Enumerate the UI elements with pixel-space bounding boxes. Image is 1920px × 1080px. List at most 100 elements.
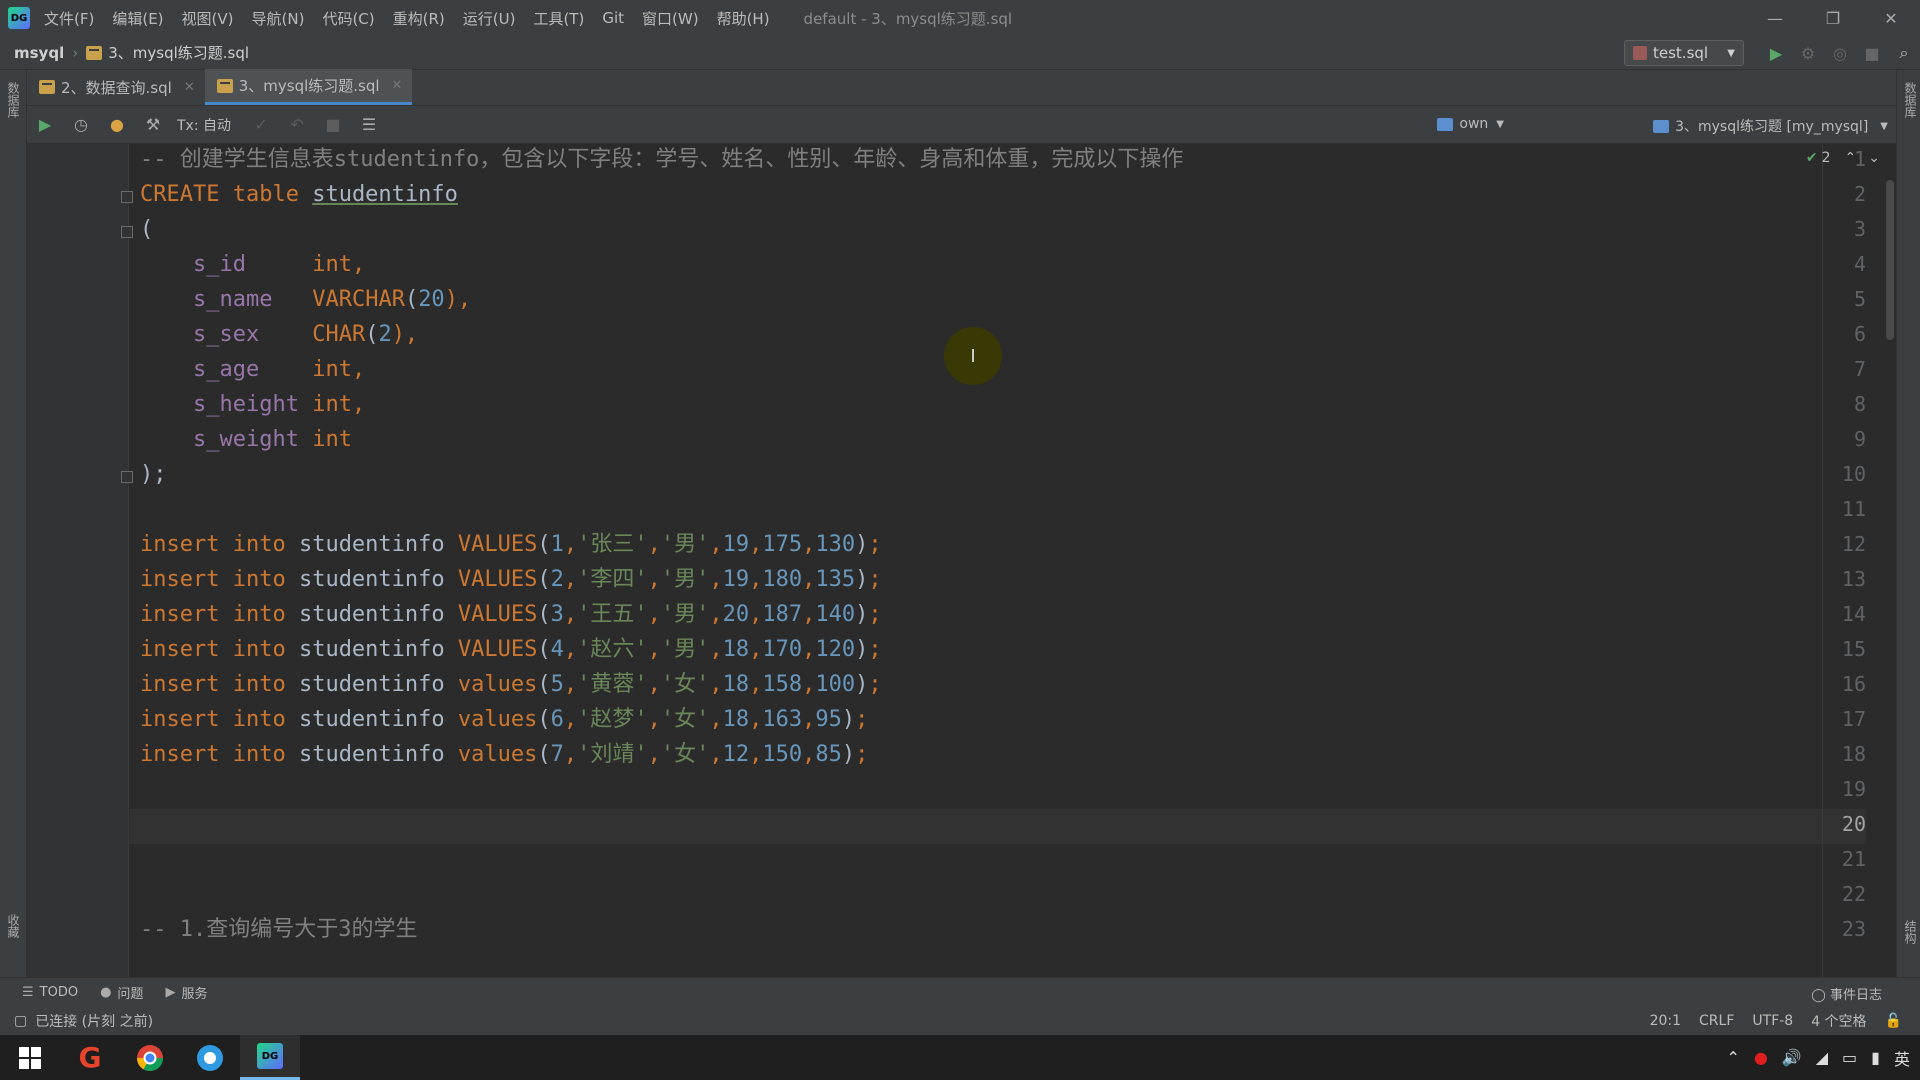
tab-label: 3、mysql练习题.sql <box>238 77 380 95</box>
history-icon[interactable]: ◷ <box>63 106 99 144</box>
breadcrumb-project[interactable]: msyql <box>14 44 64 62</box>
line-separator[interactable]: CRLF <box>1699 1013 1734 1029</box>
schema-label: own <box>1459 116 1489 132</box>
line-number-gutter <box>27 144 129 977</box>
check-icon: ✔ <box>1805 150 1818 166</box>
column-type: CHAR <box>312 322 366 347</box>
line-number: 6 <box>1853 322 1866 346</box>
network-icon[interactable]: ◢ <box>1816 1048 1828 1067</box>
fold-marker-icon[interactable] <box>121 191 133 203</box>
menu-run[interactable]: 运行(U) <box>463 8 516 29</box>
structure-tool-tab[interactable]: 结构 <box>1902 920 1919 944</box>
menu-window[interactable]: 窗口(W) <box>642 8 699 29</box>
column-name: s_height <box>192 392 299 417</box>
code-editor[interactable]: ✔ 2 ⌃ ⌄ 1 2 3 4 5 6 7 8 9 10 11 12 13 14… <box>27 144 1896 977</box>
menu-view[interactable]: 视图(V) <box>182 8 234 29</box>
rollback-icon[interactable]: ↶ <box>279 106 315 144</box>
volume-icon[interactable]: 🔊 <box>1782 1048 1802 1067</box>
console-selector[interactable]: 3、mysql练习题 [my_mysql] ▼ <box>1653 116 1888 136</box>
window-icon: ▢ <box>14 1013 28 1029</box>
results-layout-icon[interactable]: ☰ <box>351 106 387 144</box>
search-icon[interactable]: ⌕ <box>1888 36 1920 70</box>
datagrip-logo-icon: DG <box>8 7 30 29</box>
inspection-widget[interactable]: ✔ 2 ⌃ ⌄ <box>1806 150 1880 166</box>
menu-edit[interactable]: 编辑(E) <box>112 8 163 29</box>
app-g-icon[interactable]: G <box>60 1035 120 1080</box>
event-log-button[interactable]: ◯ 事件日志 <box>1811 984 1882 1003</box>
services-tool-button[interactable]: ▶ 服务 <box>165 983 207 1002</box>
commit-icon[interactable]: ✓ <box>243 106 279 144</box>
debug-icon[interactable]: ⚙ <box>1792 36 1824 70</box>
menu-refactor[interactable]: 重构(R) <box>393 8 445 29</box>
close-icon[interactable]: ✕ <box>1862 0 1920 36</box>
left-tool-strip: 数据库 收藏 <box>0 70 27 977</box>
chrome-icon[interactable] <box>120 1035 180 1080</box>
record-icon[interactable]: ● <box>1754 1048 1768 1067</box>
breadcrumb-file-label: 3、mysql练习题.sql <box>108 44 250 62</box>
sql-config-icon <box>1633 46 1647 60</box>
status-right: 20:1 CRLF UTF-8 4 个空格 🔓 <box>1632 1007 1902 1035</box>
alert-icon: ● <box>100 985 112 1000</box>
code-line: insert into studentinfo VALUES(1,'张三','男… <box>140 532 882 557</box>
profile-icon[interactable]: ● <box>99 106 135 144</box>
code-line: s_weight int <box>140 422 352 457</box>
breadcrumb-separator: › <box>72 43 79 62</box>
close-icon[interactable]: ✕ <box>184 80 195 95</box>
menu-code[interactable]: 代码(C) <box>322 8 374 29</box>
schema-selector[interactable]: own ▼ <box>1437 116 1504 132</box>
code-line: CREATE table studentinfo <box>140 177 458 212</box>
execute-icon[interactable]: ▶ <box>27 106 63 144</box>
database-right-tool-tab[interactable]: 数据库 <box>1902 82 1919 118</box>
windows-start-icon[interactable] <box>0 1035 60 1080</box>
menu-help[interactable]: 帮助(H) <box>717 8 770 29</box>
column-name: s_name <box>192 287 273 312</box>
chevron-down-icon[interactable]: ⌄ <box>1868 150 1880 166</box>
minimize-icon[interactable]: — <box>1746 0 1804 36</box>
datagrip-taskbar-icon[interactable]: DG <box>240 1035 300 1080</box>
run-config-label: test.sql <box>1653 44 1709 62</box>
close-paren: ); <box>140 462 167 487</box>
chevron-down-icon: ▼ <box>1880 120 1888 132</box>
line-number: 10 <box>1841 462 1866 486</box>
navigation-bar: msyql › 3、mysql练习题.sql test.sql ▼ ▶ ⚙ ◎ … <box>0 36 1920 70</box>
menu-file[interactable]: 文件(F) <box>44 8 94 29</box>
problems-tool-button[interactable]: ● 问题 <box>100 983 143 1002</box>
transaction-mode-dropdown[interactable]: Tx: 自动 <box>177 115 231 135</box>
line-number: 23 <box>1841 917 1866 941</box>
battery-icon[interactable]: ▭ <box>1842 1048 1857 1067</box>
breadcrumb-file[interactable]: 3、mysql练习题.sql <box>86 42 249 63</box>
fold-marker-icon[interactable] <box>121 226 133 238</box>
stop-icon[interactable]: ■ <box>1856 36 1888 70</box>
fold-marker-icon[interactable] <box>121 471 133 483</box>
tab-data-query[interactable]: 2、数据查询.sql ✕ <box>27 69 205 105</box>
menu-git[interactable]: Git <box>602 9 624 27</box>
line-number: 21 <box>1841 847 1866 871</box>
vertical-scrollbar[interactable] <box>1886 180 1894 340</box>
ime-indicator[interactable]: 英 <box>1894 1046 1910 1070</box>
browser-icon[interactable] <box>180 1035 240 1080</box>
chevron-up-icon[interactable]: ⌃ <box>1726 1048 1739 1067</box>
caret-position[interactable]: 20:1 <box>1650 1013 1681 1029</box>
indent-setting[interactable]: 4 个空格 <box>1811 1011 1866 1031</box>
cancel-query-icon[interactable]: ■ <box>315 106 351 144</box>
settings-wrench-icon[interactable]: ⚒ <box>135 106 171 144</box>
run-config-dropdown[interactable]: test.sql ▼ <box>1624 40 1744 66</box>
close-icon[interactable]: ✕ <box>392 78 403 93</box>
line-number: 12 <box>1841 532 1866 556</box>
restore-icon[interactable]: ❐ <box>1804 0 1862 36</box>
coverage-icon[interactable]: ◎ <box>1824 36 1856 70</box>
editor-tabs: 2、数据查询.sql ✕ 3、mysql练习题.sql ✕ <box>27 69 1896 106</box>
code-line: insert into studentinfo values(7,'刘靖','女… <box>140 742 869 767</box>
favorites-tool-tab[interactable]: 收藏 <box>5 914 22 938</box>
lock-icon[interactable]: 🔓 <box>1885 1013 1902 1029</box>
run-icon[interactable]: ▶ <box>1760 36 1792 70</box>
file-encoding[interactable]: UTF-8 <box>1752 1013 1793 1029</box>
todo-tool-button[interactable]: ☰ TODO <box>22 985 78 1000</box>
menu-navigate[interactable]: 导航(N) <box>252 8 305 29</box>
column-type: int <box>312 357 352 382</box>
microphone-icon[interactable]: ▮ <box>1871 1048 1880 1067</box>
tab-mysql-exercises[interactable]: 3、mysql练习题.sql ✕ <box>204 69 413 105</box>
menu-tools[interactable]: 工具(T) <box>533 8 584 29</box>
code-line: s_age int, <box>192 357 366 382</box>
database-tool-tab[interactable]: 数据库 <box>5 82 22 118</box>
